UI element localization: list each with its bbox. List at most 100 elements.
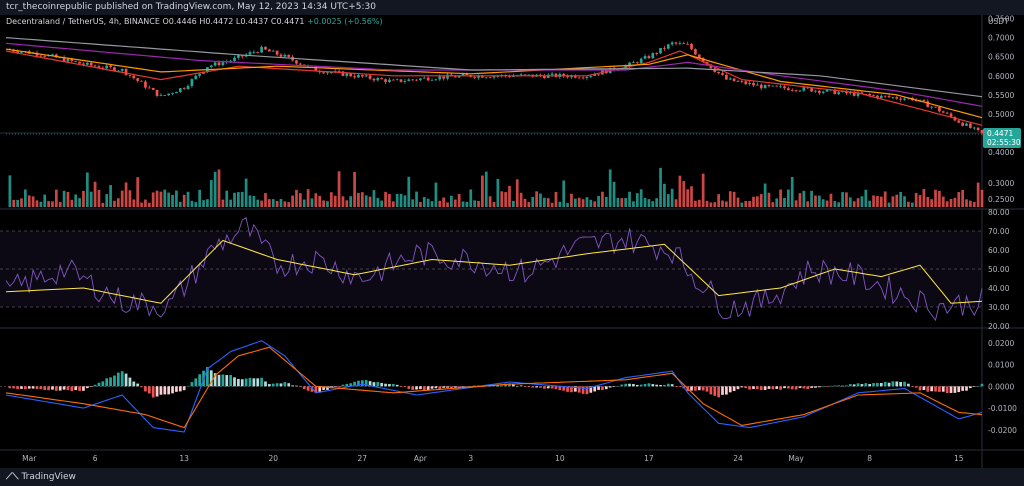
price-candle	[85, 62, 89, 65]
volume-bar	[477, 200, 480, 207]
volume-bar	[709, 202, 713, 207]
volume-bar	[24, 189, 27, 207]
macd-histogram-bar	[860, 384, 864, 387]
volume-bar	[213, 171, 217, 207]
macd-histogram-bar	[616, 385, 620, 387]
macd-histogram-bar	[852, 384, 856, 387]
macd-histogram-bar	[539, 386, 542, 388]
volume-bar	[616, 197, 620, 207]
macd-histogram-bar	[624, 383, 628, 387]
macd-histogram-bar	[829, 385, 833, 387]
macd-histogram-bar	[887, 382, 891, 387]
price-candle	[597, 74, 600, 76]
price-axis-tick: 0.5500	[988, 91, 1014, 100]
macd-histogram-bar	[794, 386, 798, 390]
macd-histogram-bar	[786, 386, 790, 389]
volume-bar	[70, 199, 74, 207]
price-candle	[744, 81, 748, 85]
macd-histogram-bar	[512, 384, 515, 387]
volume-bar	[492, 201, 496, 207]
volume-bar	[918, 195, 922, 207]
moving-average-line	[5, 42, 983, 107]
volume-bar	[655, 198, 659, 207]
macd-histogram-bar	[728, 386, 732, 393]
volume-bar	[740, 202, 744, 207]
volume-bar	[539, 193, 542, 207]
volume-bar	[969, 200, 972, 207]
time-axis-tick: 27	[358, 454, 368, 463]
macd-histogram-bar	[74, 386, 78, 391]
macd-histogram-bar	[922, 386, 926, 391]
price-candle	[783, 86, 786, 89]
macd-histogram-bar	[58, 386, 62, 391]
macd-histogram-bar	[337, 386, 341, 388]
volume-bar	[306, 189, 310, 207]
volume-bar	[821, 199, 825, 207]
macd-histogram-bar	[899, 382, 903, 387]
volume-bar	[287, 202, 291, 207]
price-candle	[682, 43, 686, 44]
macd-histogram-bar	[268, 384, 271, 387]
macd-histogram-bar	[124, 373, 128, 387]
tradingview-logo-icon[interactable]: ⟋⟍	[6, 468, 19, 486]
volume-bar	[550, 202, 554, 207]
macd-histogram-bar	[244, 378, 248, 387]
price-candle	[51, 54, 54, 56]
volume-bar	[217, 169, 221, 207]
volume-bar	[682, 181, 686, 207]
macd-histogram-bar	[945, 386, 949, 394]
macd-histogram-bar	[895, 381, 899, 387]
rsi-axis-tick: 70.00	[988, 227, 1010, 236]
chart-canvas[interactable]: 0.75000.70000.65000.60000.55000.50000.45…	[0, 0, 1024, 468]
macd-histogram-bar	[291, 385, 294, 387]
macd-histogram-bar	[175, 386, 178, 392]
macd-histogram-bar	[519, 385, 523, 387]
volume-bar	[674, 199, 678, 207]
price-candle	[403, 81, 407, 82]
price-candle	[372, 78, 376, 81]
price-candle	[175, 92, 178, 94]
price-candle	[186, 85, 190, 89]
time-axis-tick: 10	[555, 454, 565, 463]
macd-histogram-bar	[976, 386, 980, 387]
time-axis-tick: May	[788, 454, 804, 463]
macd-histogram-bar	[446, 386, 449, 388]
volume-bar	[329, 192, 333, 207]
price-candle	[550, 73, 554, 75]
volume-bar	[945, 201, 949, 207]
macd-histogram-bar	[527, 386, 531, 388]
macd-histogram-bar	[82, 386, 85, 391]
volume-bar	[647, 199, 651, 207]
macd-histogram-bar	[442, 386, 446, 388]
volume-bar	[938, 190, 941, 207]
price-candle	[736, 81, 740, 82]
price-candle	[74, 60, 78, 62]
time-axis-tick: Apr	[414, 454, 428, 463]
volume-bar	[159, 191, 163, 207]
macd-histogram-bar	[89, 386, 93, 387]
macd-histogram-bar	[612, 386, 616, 387]
macd-histogram-bar	[585, 386, 589, 395]
volume-bar	[337, 171, 341, 207]
macd-histogram-bar	[132, 381, 136, 387]
volume-bar	[728, 191, 732, 207]
volume-bar	[666, 194, 670, 207]
price-candle	[879, 95, 883, 98]
price-candle	[488, 77, 492, 79]
volume-bar	[542, 197, 546, 207]
price-candle	[632, 62, 635, 64]
volume-bar	[298, 193, 302, 207]
volume-bar	[697, 199, 701, 207]
volume-bar	[814, 195, 817, 207]
price-candle	[237, 55, 240, 58]
volume-bar	[891, 196, 895, 207]
volume-bar	[573, 198, 577, 207]
volume-bar	[566, 202, 569, 207]
price-candle	[817, 90, 821, 93]
macd-histogram-bar	[763, 386, 767, 391]
macd-histogram-bar	[391, 383, 395, 387]
volume-bar	[349, 196, 353, 207]
price-candle	[868, 94, 872, 96]
volume-bar	[577, 197, 581, 207]
price-candle	[589, 75, 593, 77]
